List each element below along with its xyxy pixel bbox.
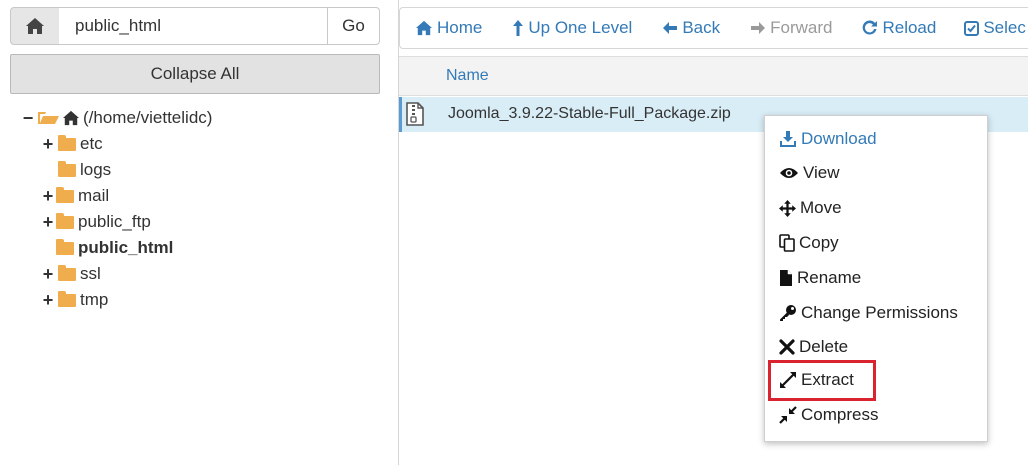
folder-icon: [58, 264, 76, 281]
folder-icon: [58, 160, 76, 177]
tree-item-etc[interactable]: + etc: [40, 131, 212, 157]
file-toolbar: Home Up One Level Back Forward Reload Se…: [399, 7, 1028, 49]
folder-open-icon: [38, 112, 59, 124]
home-directory-button[interactable]: [10, 7, 60, 45]
tree-item-public-ftp[interactable]: + public_ftp: [40, 209, 212, 235]
menu-item-label: Copy: [799, 233, 839, 252]
tree-item-tmp[interactable]: + tmp: [40, 287, 212, 313]
menu-item-label: Download: [801, 129, 877, 148]
zip-file-icon: [406, 102, 424, 126]
home-icon: [63, 110, 79, 126]
menu-item-move[interactable]: Move: [779, 196, 842, 220]
tree-item-label: public_ftp: [78, 212, 151, 231]
home-icon: [416, 20, 432, 36]
home-button[interactable]: Home: [415, 18, 482, 38]
home-icon: [26, 18, 44, 34]
times-icon: [779, 339, 795, 355]
back-label: Back: [682, 18, 721, 37]
tree-item-ssl[interactable]: + ssl: [40, 261, 212, 287]
tree-item-label: mail: [78, 186, 110, 205]
reload-button[interactable]: Reload: [862, 18, 936, 38]
path-input[interactable]: [59, 7, 329, 45]
tree-item-public-html[interactable]: public_html: [40, 235, 212, 261]
home-label: Home: [437, 18, 483, 37]
menu-item-label: Rename: [797, 268, 862, 287]
menu-item-label: Delete: [799, 337, 849, 356]
tree-item-label: logs: [80, 160, 112, 179]
menu-item-change-permissions[interactable]: Change Permissions: [779, 301, 958, 325]
tree-item-mail[interactable]: + mail: [40, 183, 212, 209]
folder-icon: [58, 290, 76, 307]
refresh-icon: [863, 20, 878, 35]
expand-toggle[interactable]: +: [40, 212, 56, 233]
select-all-button[interactable]: Selec: [964, 18, 1026, 38]
expand-toggle[interactable]: +: [40, 290, 56, 311]
select-all-label: Selec: [983, 18, 1026, 37]
menu-item-delete[interactable]: Delete: [779, 335, 848, 359]
expand-toggle[interactable]: +: [40, 186, 56, 207]
menu-item-compress[interactable]: Compress: [779, 403, 878, 427]
menu-item-label: View: [803, 163, 840, 182]
file-name: Joomla_3.9.22-Stable-Full_Package.zip: [448, 105, 731, 122]
file-list-header: Name: [399, 56, 1028, 96]
copy-icon: [779, 234, 795, 252]
check-square-icon: [964, 20, 980, 36]
file-icon: [780, 270, 792, 286]
eye-icon: [780, 168, 798, 178]
menu-item-label: Compress: [801, 405, 879, 424]
tree-item-label: etc: [80, 134, 103, 153]
tree-root[interactable]: − (/home/viettelidc): [20, 105, 213, 131]
directory-tree: − (/home/viettelidc) + etc logs + mail +…: [20, 105, 213, 313]
menu-item-label: Change Permissions: [801, 303, 958, 322]
arrow-up-icon: [513, 20, 524, 36]
tree-item-label: public_html: [78, 238, 174, 257]
folder-icon: [58, 134, 76, 151]
forward-label: Forward: [770, 18, 833, 37]
name-column-header[interactable]: Name: [446, 67, 489, 85]
key-icon: [780, 305, 796, 321]
collapse-all-button[interactable]: Collapse All: [10, 54, 380, 94]
expand-toggle[interactable]: +: [40, 264, 56, 285]
go-button[interactable]: Go: [327, 7, 380, 45]
download-icon: [780, 131, 796, 147]
reload-label: Reload: [882, 18, 937, 37]
up-one-level-label: Up One Level: [528, 18, 633, 37]
compress-icon: [779, 406, 797, 424]
folder-icon: [56, 212, 74, 229]
move-icon: [779, 199, 796, 217]
expand-toggle[interactable]: +: [40, 134, 56, 155]
folder-icon: [56, 186, 74, 203]
menu-item-label: Move: [800, 198, 842, 217]
tree-root-label: (/home/viettelidc): [83, 108, 213, 127]
back-button[interactable]: Back: [662, 18, 720, 38]
forward-button[interactable]: Forward: [750, 18, 832, 38]
arrow-right-icon: [751, 22, 766, 34]
menu-item-copy[interactable]: Copy: [779, 231, 839, 255]
tree-item-label: tmp: [80, 290, 109, 309]
up-one-level-button[interactable]: Up One Level: [512, 18, 632, 38]
arrow-left-icon: [663, 22, 678, 34]
menu-item-download[interactable]: Download: [779, 127, 877, 151]
folder-icon: [56, 238, 74, 255]
extract-highlight-box: [768, 360, 876, 401]
tree-item-label: ssl: [80, 264, 101, 283]
menu-item-view[interactable]: View: [779, 161, 840, 185]
menu-item-rename[interactable]: Rename: [779, 266, 861, 290]
collapse-toggle[interactable]: −: [20, 108, 36, 129]
tree-item-logs[interactable]: logs: [40, 157, 212, 183]
